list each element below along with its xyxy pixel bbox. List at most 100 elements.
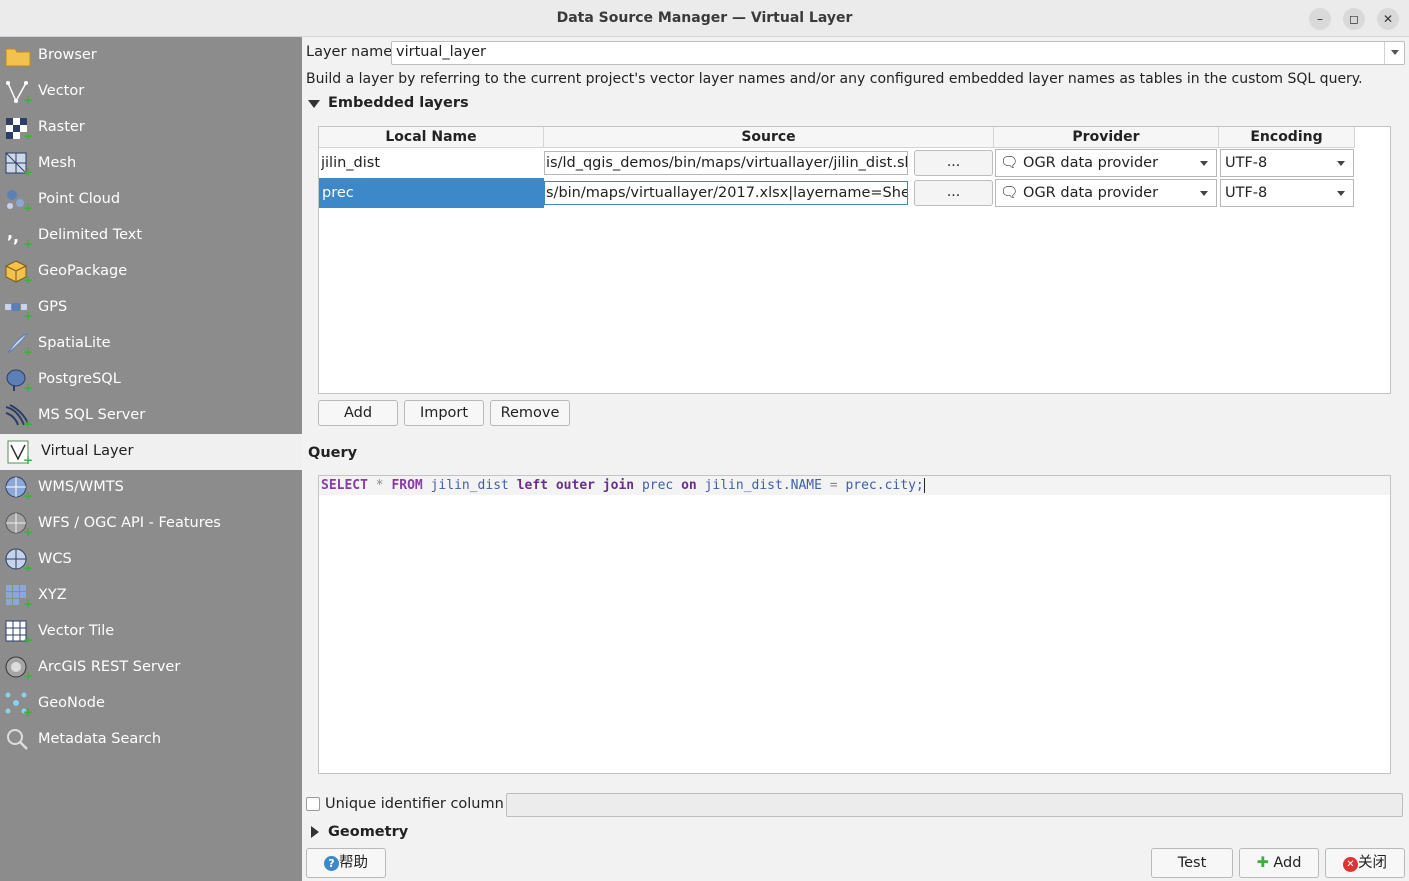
- svg-text:+: +: [23, 309, 32, 321]
- sidebar-item-virtual-layer[interactable]: + Virtual Layer: [0, 434, 302, 470]
- chevron-down-icon[interactable]: [1384, 42, 1404, 64]
- embedded-layers-title[interactable]: Embedded layers: [328, 95, 469, 111]
- sidebar-item-spatialite[interactable]: + SpatiaLite: [0, 326, 302, 362]
- sidebar-item-label: MS SQL Server: [38, 407, 146, 423]
- sidebar-item-point-cloud[interactable]: + Point Cloud: [0, 182, 302, 218]
- gps-icon: +: [4, 295, 33, 323]
- provider-select[interactable]: 🗨 OGR data provider: [995, 179, 1217, 207]
- sidebar-item-browser[interactable]: Browser: [0, 38, 302, 74]
- wcs-icon: +: [4, 547, 33, 575]
- add-button[interactable]: ✚ Add: [1239, 848, 1319, 878]
- browse-button[interactable]: ...: [914, 150, 993, 176]
- sidebar-item-label: Mesh: [38, 155, 77, 171]
- svg-text:+: +: [23, 237, 32, 249]
- add-label: Add: [1273, 855, 1302, 871]
- sidebar-item-metadata-search[interactable]: Metadata Search: [0, 722, 302, 758]
- metadata-search-icon: [4, 727, 32, 753]
- window-title: Data Source Manager — Virtual Layer: [556, 10, 853, 26]
- table-row[interactable]: jilin_dist is/ld_qgis_demos/bin/maps/vir…: [319, 148, 1391, 178]
- spatialite-icon: +: [4, 331, 33, 359]
- sidebar-item-label: Point Cloud: [38, 191, 121, 207]
- expand-arrow-icon[interactable]: [311, 826, 319, 838]
- svg-text:+: +: [23, 273, 32, 285]
- close-button[interactable]: ✕ 关闭: [1325, 848, 1405, 878]
- arcgis-icon: +: [4, 655, 33, 683]
- sidebar-item-geopackage[interactable]: + GeoPackage: [0, 254, 302, 290]
- maximize-button[interactable]: ◻: [1343, 8, 1365, 30]
- column-header-local-name[interactable]: Local Name: [319, 127, 544, 148]
- sidebar-item-postgresql[interactable]: + PostgreSQL: [0, 362, 302, 398]
- encoding-select[interactable]: UTF-8: [1220, 149, 1354, 177]
- sidebar-item-wcs[interactable]: + WCS: [0, 542, 302, 578]
- main-panel: Layer name virtual_layer Build a layer b…: [302, 37, 1409, 881]
- provider-value: OGR data provider: [1023, 185, 1159, 201]
- remove-layer-button[interactable]: Remove: [490, 400, 570, 426]
- sidebar-item-label: Browser: [38, 47, 97, 63]
- sidebar-item-label: ArcGIS REST Server: [38, 659, 181, 675]
- sidebar-item-gps[interactable]: + GPS: [0, 290, 302, 326]
- collapse-arrow-icon[interactable]: [308, 100, 320, 108]
- encoding-value: UTF-8: [1225, 155, 1268, 171]
- help-button[interactable]: ? 帮助: [306, 848, 386, 878]
- layer-description: Build a layer by referring to the curren…: [306, 71, 1363, 87]
- sidebar-item-geonode[interactable]: + GeoNode: [0, 686, 302, 722]
- encoding-select[interactable]: UTF-8: [1220, 179, 1354, 207]
- sidebar-item-arcgis-rest[interactable]: + ArcGIS REST Server: [0, 650, 302, 686]
- sql-query-line[interactable]: SELECT * FROM jilin_dist left outer join…: [319, 476, 1390, 495]
- sidebar-item-xyz[interactable]: + XYZ: [0, 578, 302, 614]
- geometry-title[interactable]: Geometry: [328, 824, 408, 840]
- provider-select[interactable]: 🗨 OGR data provider: [995, 149, 1217, 177]
- local-name-cell[interactable]: jilin_dist: [321, 148, 543, 178]
- sidebar-item-label: WCS: [38, 551, 72, 567]
- sql-query-editor[interactable]: SELECT * FROM jilin_dist left outer join…: [318, 475, 1391, 774]
- browse-button[interactable]: ...: [914, 180, 993, 206]
- close-icon: ✕: [1343, 857, 1358, 872]
- mssql-icon: +: [4, 403, 33, 431]
- add-layer-button[interactable]: Add: [318, 400, 398, 426]
- sidebar-item-wfs[interactable]: + WFS / OGC API - Features: [0, 506, 302, 542]
- svg-text:+: +: [23, 669, 32, 681]
- svg-text:+: +: [23, 633, 32, 645]
- sidebar-item-wms[interactable]: + WMS/WMTS: [0, 470, 302, 506]
- xyz-icon: +: [4, 583, 33, 611]
- layer-name-input[interactable]: virtual_layer: [391, 41, 1405, 65]
- table-row-selected[interactable]: prec s/bin/maps/virtuallayer/2017.xlsx|l…: [319, 178, 1391, 208]
- chevron-down-icon: [1200, 161, 1208, 166]
- unique-id-field[interactable]: [506, 793, 1403, 817]
- svg-text:+: +: [23, 453, 32, 465]
- sidebar-item-vector-tile[interactable]: + Vector Tile: [0, 614, 302, 650]
- sidebar-item-label: Vector Tile: [38, 623, 115, 639]
- column-header-encoding[interactable]: Encoding: [1219, 127, 1355, 148]
- sidebar-item-label: Delimited Text: [38, 227, 143, 243]
- sidebar-item-raster[interactable]: + Raster: [0, 110, 302, 146]
- provider-value: OGR data provider: [1023, 155, 1159, 171]
- sql-token: jilin_dist: [430, 478, 509, 493]
- unique-id-label[interactable]: Unique identifier column: [325, 796, 504, 812]
- close-window-button[interactable]: ✕: [1377, 8, 1399, 30]
- sidebar-item-mssql[interactable]: + MS SQL Server: [0, 398, 302, 434]
- postgresql-icon: +: [4, 367, 33, 395]
- sidebar-item-vector[interactable]: + Vector: [0, 74, 302, 110]
- sidebar-item-delimited-text[interactable]: ,, + Delimited Text: [0, 218, 302, 254]
- import-layer-button[interactable]: Import: [404, 400, 484, 426]
- source-field[interactable]: s/bin/maps/virtuallayer/2017.xlsx|layern…: [544, 181, 908, 205]
- column-header-source[interactable]: Source: [544, 127, 994, 148]
- encoding-value: UTF-8: [1225, 185, 1268, 201]
- folder-icon: [4, 43, 32, 69]
- minimize-button[interactable]: –: [1309, 8, 1331, 30]
- embedded-layers-table: Local Name Source Provider Encoding jili…: [318, 126, 1391, 394]
- source-field[interactable]: is/ld_qgis_demos/bin/maps/virtuallayer/j…: [544, 151, 908, 175]
- sql-token: *: [375, 478, 384, 493]
- provider-icon: 🗨: [1000, 155, 1019, 171]
- svg-text:+: +: [23, 597, 32, 609]
- local-name-cell[interactable]: prec: [319, 178, 544, 208]
- column-header-provider[interactable]: Provider: [994, 127, 1219, 148]
- sidebar-item-label: Vector: [38, 83, 85, 99]
- sidebar-item-label: Metadata Search: [38, 731, 162, 747]
- delimited-text-icon: ,, +: [4, 223, 33, 251]
- sidebar-item-mesh[interactable]: + Mesh: [0, 146, 302, 182]
- svg-text:+: +: [23, 489, 32, 501]
- test-button[interactable]: Test: [1151, 848, 1233, 878]
- sql-token: left outer join: [516, 478, 635, 493]
- unique-id-checkbox[interactable]: [306, 797, 320, 811]
